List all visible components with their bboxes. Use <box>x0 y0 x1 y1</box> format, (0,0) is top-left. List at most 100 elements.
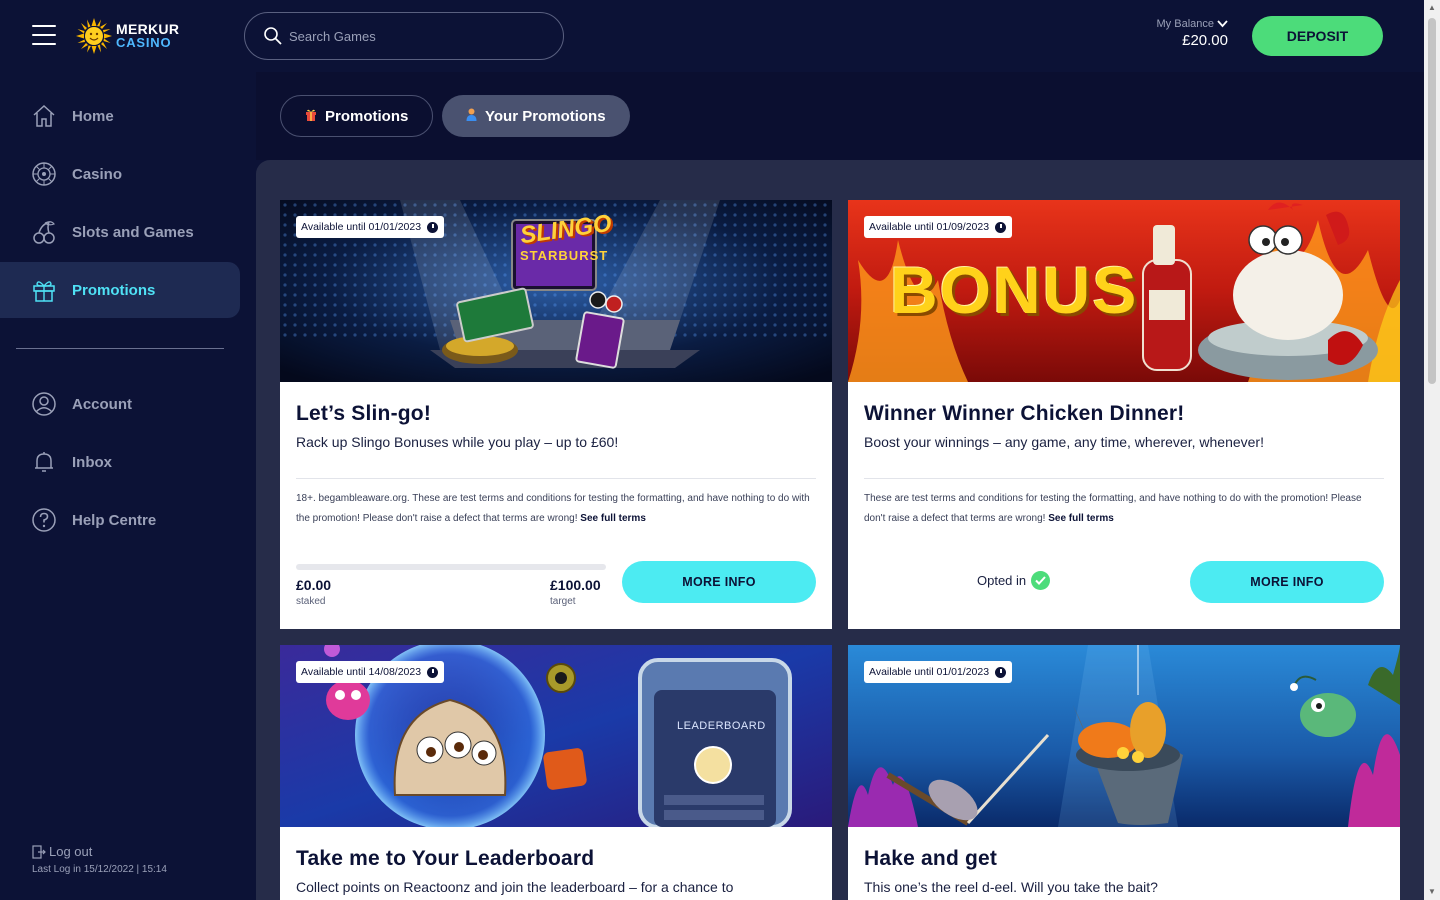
last-login-text: Last Log in 15/12/2022 | 15:14 <box>32 864 167 875</box>
logo-word-casino: CASINO <box>116 35 172 50</box>
see-full-terms-link[interactable]: See full terms <box>580 513 646 524</box>
sidebar-item-label: Casino <box>72 165 123 183</box>
question-icon <box>30 506 58 534</box>
sidebar-divider <box>16 348 224 349</box>
target-label: target <box>550 596 576 607</box>
sidebar-item-inbox[interactable]: Inbox <box>0 434 240 490</box>
sidebar-item-slots-and-games[interactable]: Slots and Games <box>0 204 240 260</box>
check-icon <box>1031 571 1051 590</box>
scrollbar-thumb[interactable] <box>1428 18 1436 384</box>
promotion-card-chicken-dinner[interactable]: BONUS Available until 01/09/2023 Winner … <box>848 200 1400 629</box>
search-box[interactable] <box>244 12 564 60</box>
promotion-subtitle: Rack up Slingo Bonuses while you play – … <box>296 434 619 450</box>
promotion-terms: 18+. begambleaware.org. These are test t… <box>296 489 816 529</box>
promotion-banner-image: Available until 01/01/2023 <box>848 645 1400 827</box>
divider <box>864 478 1384 479</box>
promotion-title: Let’s Slin-go! <box>296 402 432 425</box>
sidebar-item-label: Help Centre <box>72 511 157 529</box>
search-input[interactable] <box>289 28 539 44</box>
availability-badge: Available until 01/01/2023 <box>864 661 1013 683</box>
target-value: £100.00 <box>550 577 601 593</box>
sidebar-item-label: Inbox <box>72 453 112 471</box>
gift-icon <box>30 276 58 304</box>
sidebar-item-help-centre[interactable]: Help Centre <box>0 492 240 548</box>
promotion-card-slingo[interactable]: SLINGO STARBURST Available until 01/01/2… <box>280 200 832 629</box>
sidebar-item-promotions[interactable]: Promotions <box>0 262 240 318</box>
promotion-tabs-bar: Promotions Your Promotions <box>256 72 1424 160</box>
staked-label: staked <box>296 596 326 607</box>
sun-logo-icon <box>76 18 112 54</box>
sidebar-item-account[interactable]: Account <box>0 376 240 432</box>
promotion-title: Take me to Your Leaderboard <box>296 847 595 870</box>
sidebar-item-label: Slots and Games <box>72 223 194 241</box>
opted-in-label: Opted in <box>977 573 1027 588</box>
opted-in-status: Opted in <box>977 571 1051 590</box>
clock-icon <box>995 221 1007 233</box>
promotion-subtitle: Collect points on Reactoonz and join the… <box>296 879 734 895</box>
clock-icon <box>995 666 1007 678</box>
banner-title-text: BONUS <box>890 253 1139 327</box>
top-bar: MERKUR CASINO My Balance £20.00 DEPOSIT <box>0 0 1424 72</box>
promotion-banner-image: SLINGO STARBURST Available until 01/01/2… <box>280 200 832 382</box>
scroll-down-arrow-icon[interactable]: ▼ <box>1427 887 1437 897</box>
staked-amount: £0.00 staked <box>296 577 331 607</box>
clock-icon <box>427 221 439 233</box>
promotion-terms: These are test terms and conditions for … <box>864 489 1384 529</box>
person-icon <box>466 108 477 124</box>
balance-amount: £20.00 <box>1182 32 1228 49</box>
staked-value: £0.00 <box>296 577 332 593</box>
target-amount: £100.00 target <box>550 577 601 607</box>
merkur-casino-logo[interactable]: MERKUR CASINO <box>76 16 179 56</box>
user-icon <box>30 390 58 418</box>
availability-badge: Available until 01/09/2023 <box>864 216 1013 238</box>
home-icon <box>30 102 58 130</box>
sidebar-item-casino[interactable]: Casino <box>0 146 240 202</box>
availability-text: Available until 01/09/2023 <box>869 221 990 233</box>
promotions-grid: SLINGO STARBURST Available until 01/01/2… <box>256 160 1424 900</box>
clock-icon <box>427 666 439 678</box>
availability-badge: Available until 01/01/2023 <box>296 216 445 238</box>
search-icon <box>264 27 282 45</box>
promotion-subtitle: Boost your winnings – any game, any time… <box>864 434 1264 450</box>
roulette-icon <box>30 160 58 188</box>
sidebar-item-home[interactable]: Home <box>0 88 240 144</box>
promotion-subtitle: This one’s the reel d-eel. Will you take… <box>864 879 1158 895</box>
more-info-button[interactable]: MORE INFO <box>622 561 816 603</box>
tab-label: Your Promotions <box>485 107 606 125</box>
balance-label: My Balance <box>1156 18 1214 30</box>
promotion-title: Winner Winner Chicken Dinner! <box>864 402 1185 425</box>
cherries-icon <box>30 218 58 246</box>
availability-text: Available until 01/01/2023 <box>301 221 422 233</box>
banner-subtitle-text: STARBURST <box>520 248 609 263</box>
sidebar: Home Casino Slots and Games Promotions A… <box>0 72 256 900</box>
progress-bar <box>296 564 606 570</box>
page-scrollbar[interactable]: ▲ ▼ <box>1424 0 1440 900</box>
logout-link[interactable]: Log out <box>32 844 92 859</box>
tab-promotions[interactable]: Promotions <box>280 95 434 137</box>
terms-text: 18+. begambleaware.org. These are test t… <box>296 493 810 524</box>
deposit-button[interactable]: DEPOSIT <box>1252 16 1383 56</box>
see-full-terms-link[interactable]: See full terms <box>1048 513 1114 524</box>
more-info-button[interactable]: MORE INFO <box>1190 561 1384 603</box>
logout-label: Log out <box>49 844 93 859</box>
scroll-up-arrow-icon[interactable]: ▲ <box>1427 3 1437 13</box>
sidebar-item-label: Home <box>72 107 114 125</box>
tab-your-promotions[interactable]: Your Promotions <box>442 95 630 137</box>
sidebar-item-label: Account <box>72 395 132 413</box>
promotion-banner-image: LEADERBOARD Available until 14/08/2023 <box>280 645 832 827</box>
balance-display[interactable]: My Balance £20.00 <box>1157 18 1228 49</box>
chevron-down-icon[interactable] <box>1217 20 1228 28</box>
availability-text: Available until 01/01/2023 <box>869 666 990 678</box>
sidebar-item-label: Promotions <box>72 281 156 299</box>
availability-badge: Available until 14/08/2023 <box>296 661 445 683</box>
promotion-title: Hake and get <box>864 847 998 870</box>
bell-icon <box>30 448 58 476</box>
promotion-card-leaderboard[interactable]: LEADERBOARD Available until 14/08/2023 T… <box>280 645 832 900</box>
logout-icon <box>32 844 46 859</box>
promotion-card-hake-and-get[interactable]: Available until 01/01/2023 Hake and get … <box>848 645 1400 900</box>
tab-label: Promotions <box>325 107 409 125</box>
promotion-banner-image: BONUS Available until 01/09/2023 <box>848 200 1400 382</box>
divider <box>296 478 816 479</box>
menu-icon[interactable] <box>32 25 56 45</box>
availability-text: Available until 14/08/2023 <box>301 666 422 678</box>
